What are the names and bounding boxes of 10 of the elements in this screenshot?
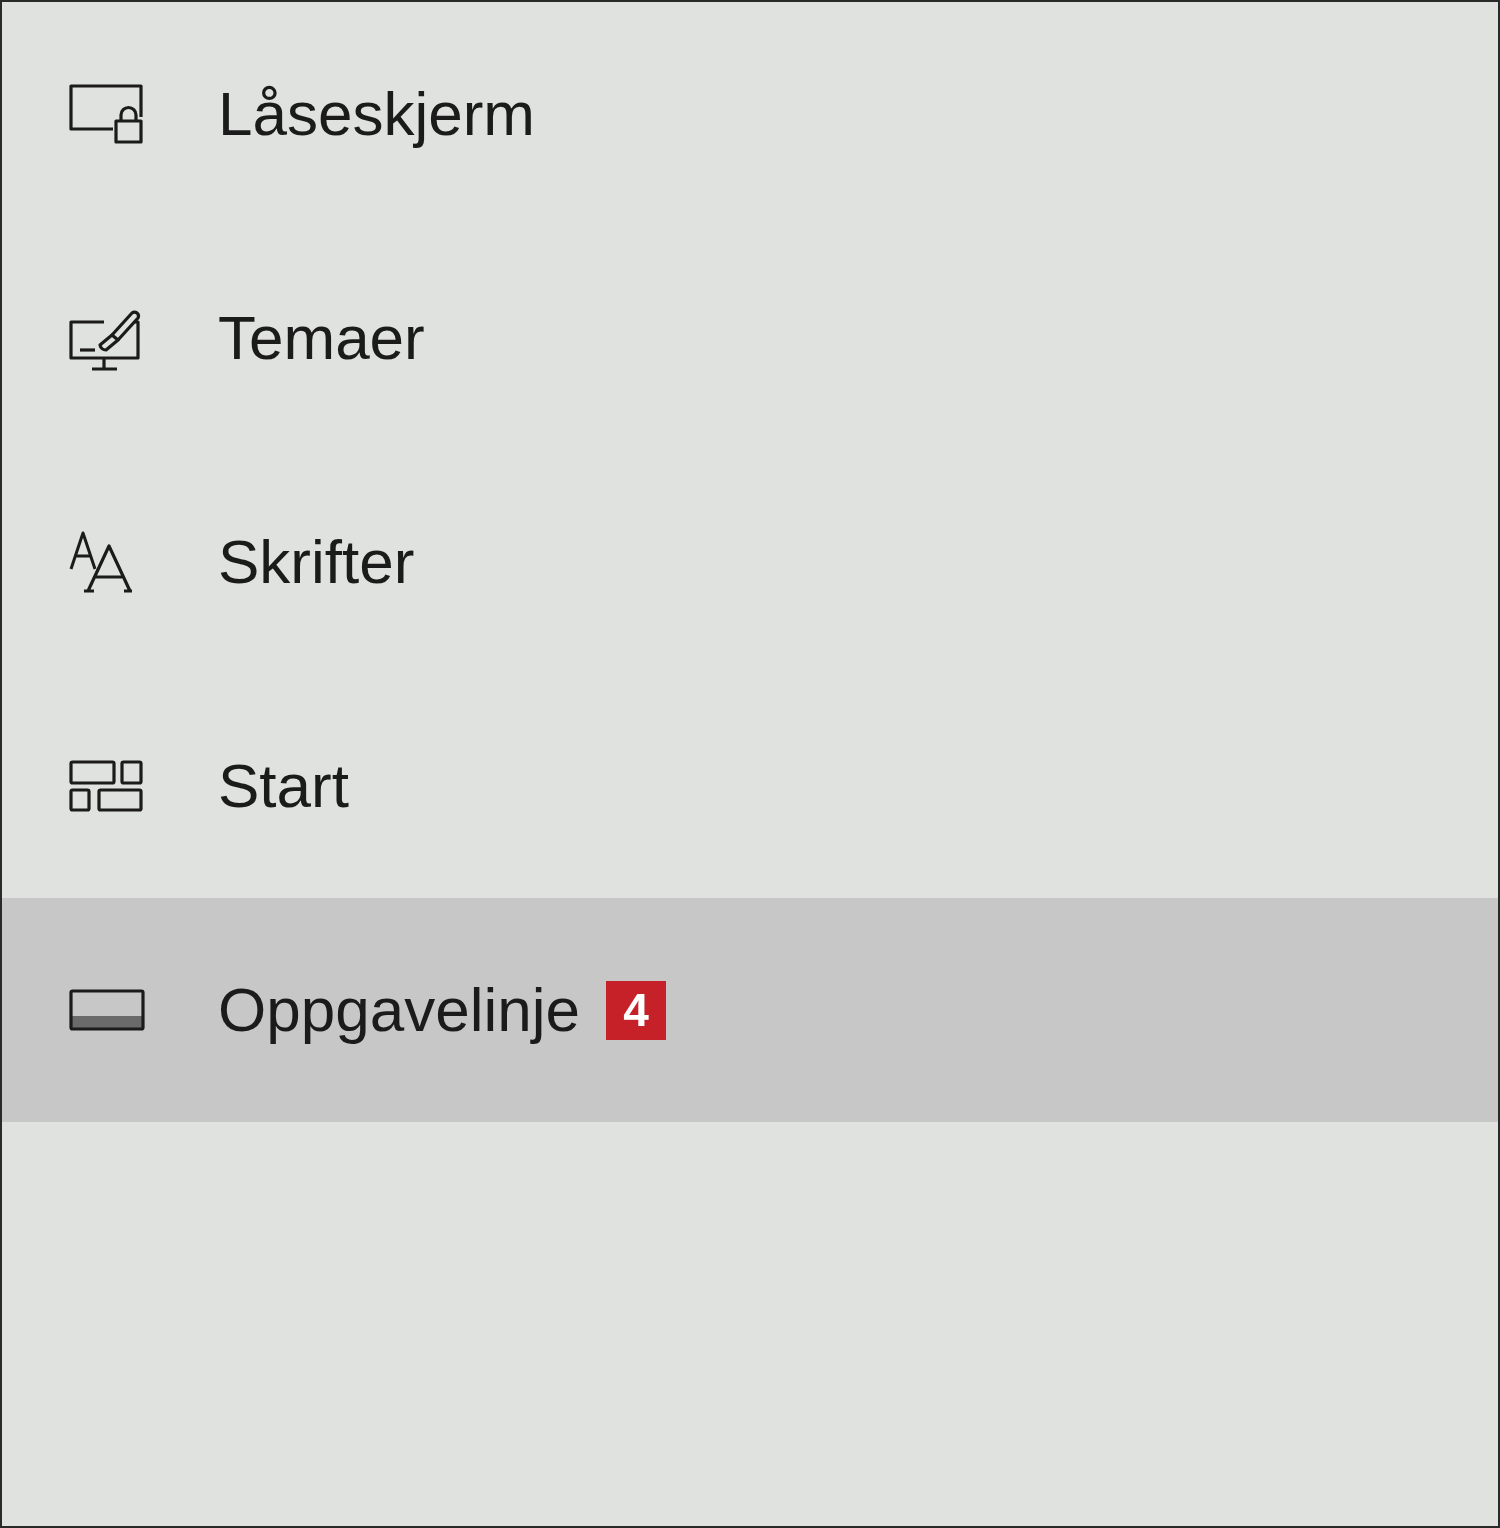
sidebar-item[interactable]: Temaer xyxy=(2,226,1498,450)
sidebar-item[interactable]: Låseskjerm xyxy=(2,2,1498,226)
sidebar-item[interactable]: Skrifter xyxy=(2,450,1498,674)
sidebar-item[interactable]: Oppgavelinje 4 xyxy=(2,898,1498,1122)
letters-icon xyxy=(68,530,134,594)
monitor-lock-icon xyxy=(68,83,144,145)
tiles-icon xyxy=(68,759,144,813)
count-badge: 4 xyxy=(605,980,666,1040)
sidebar-item[interactable]: Start xyxy=(2,674,1498,898)
taskbar-icon xyxy=(68,988,146,1032)
